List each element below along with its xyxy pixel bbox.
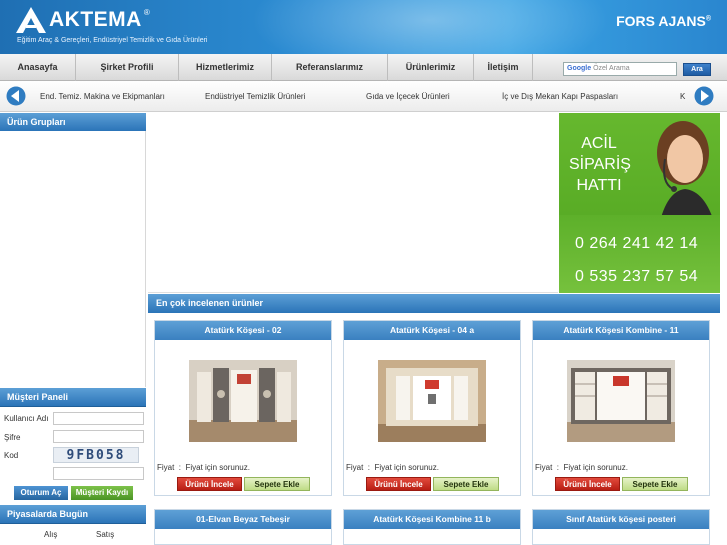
product-card: Atatürk Köşesi - 02 Fiyat : Fiyat için s…	[154, 320, 332, 496]
product-image[interactable]	[567, 360, 675, 442]
username-label: Kullanıcı Adı	[4, 414, 49, 423]
fors-ajans-label: FORS AJANS	[616, 13, 706, 29]
market-header: Piyasalarda Bugün	[0, 505, 146, 524]
brand-registered-mark: ®	[143, 7, 150, 17]
promo-title: ACİL SİPARİŞ HATTI	[569, 133, 631, 196]
code-label: Kod	[4, 451, 19, 460]
view-product-button[interactable]: Ürünü İncele	[177, 477, 242, 491]
promo-title-line3: HATTI	[576, 177, 622, 194]
view-product-button[interactable]: Ürünü İncele	[555, 477, 620, 491]
main-banner	[148, 113, 558, 293]
add-to-cart-button[interactable]: Sepete Ekle	[622, 477, 688, 491]
product-image[interactable]	[378, 360, 486, 442]
aktema-logo-icon	[16, 7, 46, 33]
category-slider: End. Temiz. Makina ve Ekipmanları Endüst…	[0, 81, 727, 112]
operator-avatar-icon	[657, 121, 715, 225]
price-value: Fiyat için sorunuz.	[185, 463, 250, 472]
promo-phone-2: 0 535 237 57 54	[575, 268, 699, 285]
customer-panel-header: Müşteri Paneli	[0, 388, 146, 407]
promo-phone-1: 0 264 241 42 14	[575, 235, 699, 252]
product-card: Atatürk Köşesi - 04 a Fiyat : Fiyat için…	[343, 320, 521, 496]
google-label: Google	[567, 65, 592, 72]
aktema-logo[interactable]: AKTEMA ®	[14, 5, 150, 35]
search-placeholder: Özel Arama	[593, 65, 630, 72]
product-card: Atatürk Köşesi Kombine - 11 Fiyat : Fiya…	[532, 320, 710, 496]
product-card: Sınıf Atatürk köşesi posteri	[532, 509, 710, 545]
product-groups-list	[0, 131, 146, 387]
arrow-left-icon[interactable]	[6, 86, 26, 106]
product-price: Fiyat : Fiyat için sorunuz.	[346, 463, 439, 472]
price-label: Fiyat	[346, 463, 364, 472]
product-card: Atatürk Köşesi Kombine 11 b	[343, 509, 521, 545]
price-value: Fiyat için sorunuz.	[374, 463, 439, 472]
fors-ajans-link[interactable]: FORS AJANS®	[616, 13, 711, 29]
category-item-5[interactable]: K	[680, 92, 685, 101]
product-title[interactable]: Sınıf Atatürk köşesi posteri	[533, 510, 709, 529]
category-item-2[interactable]: Endüstriyel Temizlik Ürünleri	[205, 92, 305, 101]
nav-urunlerimiz[interactable]: Ürünlerimiz	[388, 54, 474, 81]
add-to-cart-button[interactable]: Sepete Ekle	[433, 477, 499, 491]
nav-hizmetlerimiz[interactable]: Hizmetlerimiz	[179, 54, 272, 81]
urgent-order-promo[interactable]: ACİL SİPARİŞ HATTI 0 264 241 42 14 0 535…	[559, 113, 720, 293]
password-label: Şifre	[4, 433, 21, 442]
product-title[interactable]: 01-Elvan Beyaz Tebeşir	[155, 510, 331, 529]
category-item-1[interactable]: End. Temiz. Makina ve Ekipmanları	[40, 92, 165, 101]
brand-name: AKTEMA	[49, 8, 142, 31]
product-image[interactable]	[189, 360, 297, 442]
search-button[interactable]: Ara	[683, 63, 711, 76]
product-price: Fiyat : Fiyat için sorunuz.	[157, 463, 250, 472]
login-button[interactable]: Oturum Aç	[14, 486, 68, 500]
fors-ajans-registered-mark: ®	[705, 15, 711, 23]
captcha-image: 9FB058	[53, 447, 139, 463]
nav-sirket-profili[interactable]: Şirket Profili	[76, 54, 179, 81]
password-field[interactable]	[53, 430, 144, 443]
username-field[interactable]	[53, 412, 144, 425]
price-label: Fiyat	[535, 463, 553, 472]
captcha-code-field[interactable]	[53, 467, 144, 480]
product-title[interactable]: Atatürk Köşesi Kombine - 11	[533, 321, 709, 340]
product-groups-header: Ürün Grupları	[0, 113, 146, 132]
promo-title-line2: SİPARİŞ	[569, 156, 631, 173]
search-input[interactable]: Google Özel Arama	[563, 62, 677, 76]
arrow-right-icon[interactable]	[694, 86, 714, 106]
price-label: Fiyat	[157, 463, 175, 472]
market-sell-label: Satış	[96, 530, 115, 539]
register-button[interactable]: Müşteri Kaydı	[71, 486, 133, 500]
nav-anasayfa[interactable]: Anasayfa	[0, 54, 76, 81]
site-header: AKTEMA ® Eğitim Araç & Gereçleri, Endüst…	[0, 0, 727, 54]
main-nav: Anasayfa Şirket Profili Hizmetlerimiz Re…	[0, 54, 727, 81]
add-to-cart-button[interactable]: Sepete Ekle	[244, 477, 310, 491]
nav-referanslarimiz[interactable]: Referanslarımız	[272, 54, 388, 81]
popular-products-header: En çok incelenen ürünler	[148, 294, 720, 313]
product-card: 01-Elvan Beyaz Tebeşir	[154, 509, 332, 545]
product-price: Fiyat : Fiyat için sorunuz.	[535, 463, 628, 472]
header-glow	[250, 0, 610, 54]
product-title[interactable]: Atatürk Köşesi - 02	[155, 321, 331, 340]
price-value: Fiyat için sorunuz.	[563, 463, 628, 472]
promo-title-line1: ACİL	[581, 135, 617, 152]
category-item-3[interactable]: Gıda ve İçecek Ürünleri	[366, 92, 450, 101]
product-title[interactable]: Atatürk Köşesi - 04 a	[344, 321, 520, 340]
view-product-button[interactable]: Ürünü İncele	[366, 477, 431, 491]
product-title[interactable]: Atatürk Köşesi Kombine 11 b	[344, 510, 520, 529]
category-item-4[interactable]: İç ve Dış Mekan Kapı Paspasları	[502, 92, 618, 101]
brand-tagline: Eğitim Araç & Gereçleri, Endüstriyel Tem…	[17, 37, 208, 44]
nav-iletisim[interactable]: İletişim	[474, 54, 533, 81]
market-buy-label: Alış	[44, 530, 58, 539]
